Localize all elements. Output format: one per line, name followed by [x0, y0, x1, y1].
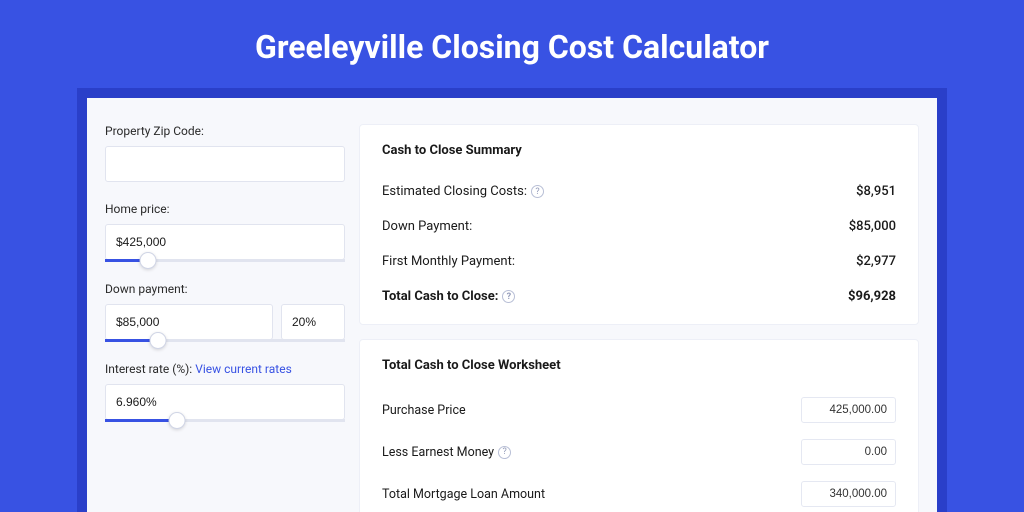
worksheet-value-input[interactable] [801, 481, 896, 507]
worksheet-heading: Total Cash to Close Worksheet [382, 358, 896, 373]
interest-input[interactable] [105, 384, 345, 420]
worksheet-row: Total Mortgage Loan Amount [382, 473, 896, 512]
interest-label-text: Interest rate (%): [105, 362, 195, 376]
worksheet-card: Total Cash to Close Worksheet Purchase P… [359, 339, 919, 512]
slider-thumb[interactable] [149, 332, 166, 349]
down-payment-pct-input[interactable] [281, 304, 345, 340]
field-home-price: Home price: [105, 202, 345, 262]
worksheet-row-label: Less Earnest Money? [382, 445, 511, 460]
inputs-panel: Property Zip Code: Home price: Down paym… [105, 124, 345, 512]
help-icon[interactable]: ? [502, 290, 515, 303]
summary-row-label: First Monthly Payment: [382, 254, 515, 269]
field-zip: Property Zip Code: [105, 124, 345, 182]
summary-total-label: Total Cash to Close:? [382, 289, 515, 304]
summary-card: Cash to Close Summary Estimated Closing … [359, 124, 919, 325]
interest-label: Interest rate (%): View current rates [105, 362, 345, 376]
summary-row-value: $85,000 [849, 219, 896, 234]
help-icon[interactable]: ? [531, 185, 544, 198]
down-payment-label: Down payment: [105, 282, 345, 296]
summary-total-row: Total Cash to Close:? $96,928 [382, 279, 896, 314]
zip-input[interactable] [105, 146, 345, 182]
slider-thumb[interactable] [169, 412, 186, 429]
slider-thumb[interactable] [140, 252, 157, 269]
help-icon[interactable]: ? [498, 446, 511, 459]
worksheet-row-label: Purchase Price [382, 403, 466, 418]
interest-slider[interactable] [105, 419, 345, 422]
down-payment-input[interactable] [105, 304, 273, 340]
worksheet-value-input[interactable] [801, 397, 896, 423]
home-price-label: Home price: [105, 202, 345, 216]
worksheet-row: Less Earnest Money? [382, 431, 896, 473]
worksheet-row-label: Total Mortgage Loan Amount [382, 487, 545, 502]
calculator-app: Property Zip Code: Home price: Down paym… [87, 98, 937, 512]
summary-heading: Cash to Close Summary [382, 143, 896, 158]
summary-row: Down Payment: $85,000 [382, 209, 896, 244]
summary-total-value: $96,928 [848, 289, 896, 304]
zip-label: Property Zip Code: [105, 124, 345, 138]
worksheet-row: Purchase Price [382, 389, 896, 431]
worksheet-value-input[interactable] [801, 439, 896, 465]
summary-row-label: Down Payment: [382, 219, 472, 234]
home-price-slider[interactable] [105, 259, 345, 262]
field-down-payment: Down payment: [105, 282, 345, 342]
summary-row: Estimated Closing Costs:? $8,951 [382, 174, 896, 209]
page-title: Greeleyville Closing Cost Calculator [0, 0, 1024, 88]
summary-row-label: Estimated Closing Costs:? [382, 184, 544, 199]
summary-row: First Monthly Payment: $2,977 [382, 244, 896, 279]
down-payment-slider[interactable] [105, 339, 345, 342]
field-interest: Interest rate (%): View current rates [105, 362, 345, 422]
view-rates-link[interactable]: View current rates [195, 362, 292, 376]
summary-row-value: $8,951 [856, 184, 896, 199]
results-panel: Cash to Close Summary Estimated Closing … [359, 124, 919, 512]
summary-row-value: $2,977 [856, 254, 896, 269]
calculator-shadow: Property Zip Code: Home price: Down paym… [77, 88, 947, 512]
